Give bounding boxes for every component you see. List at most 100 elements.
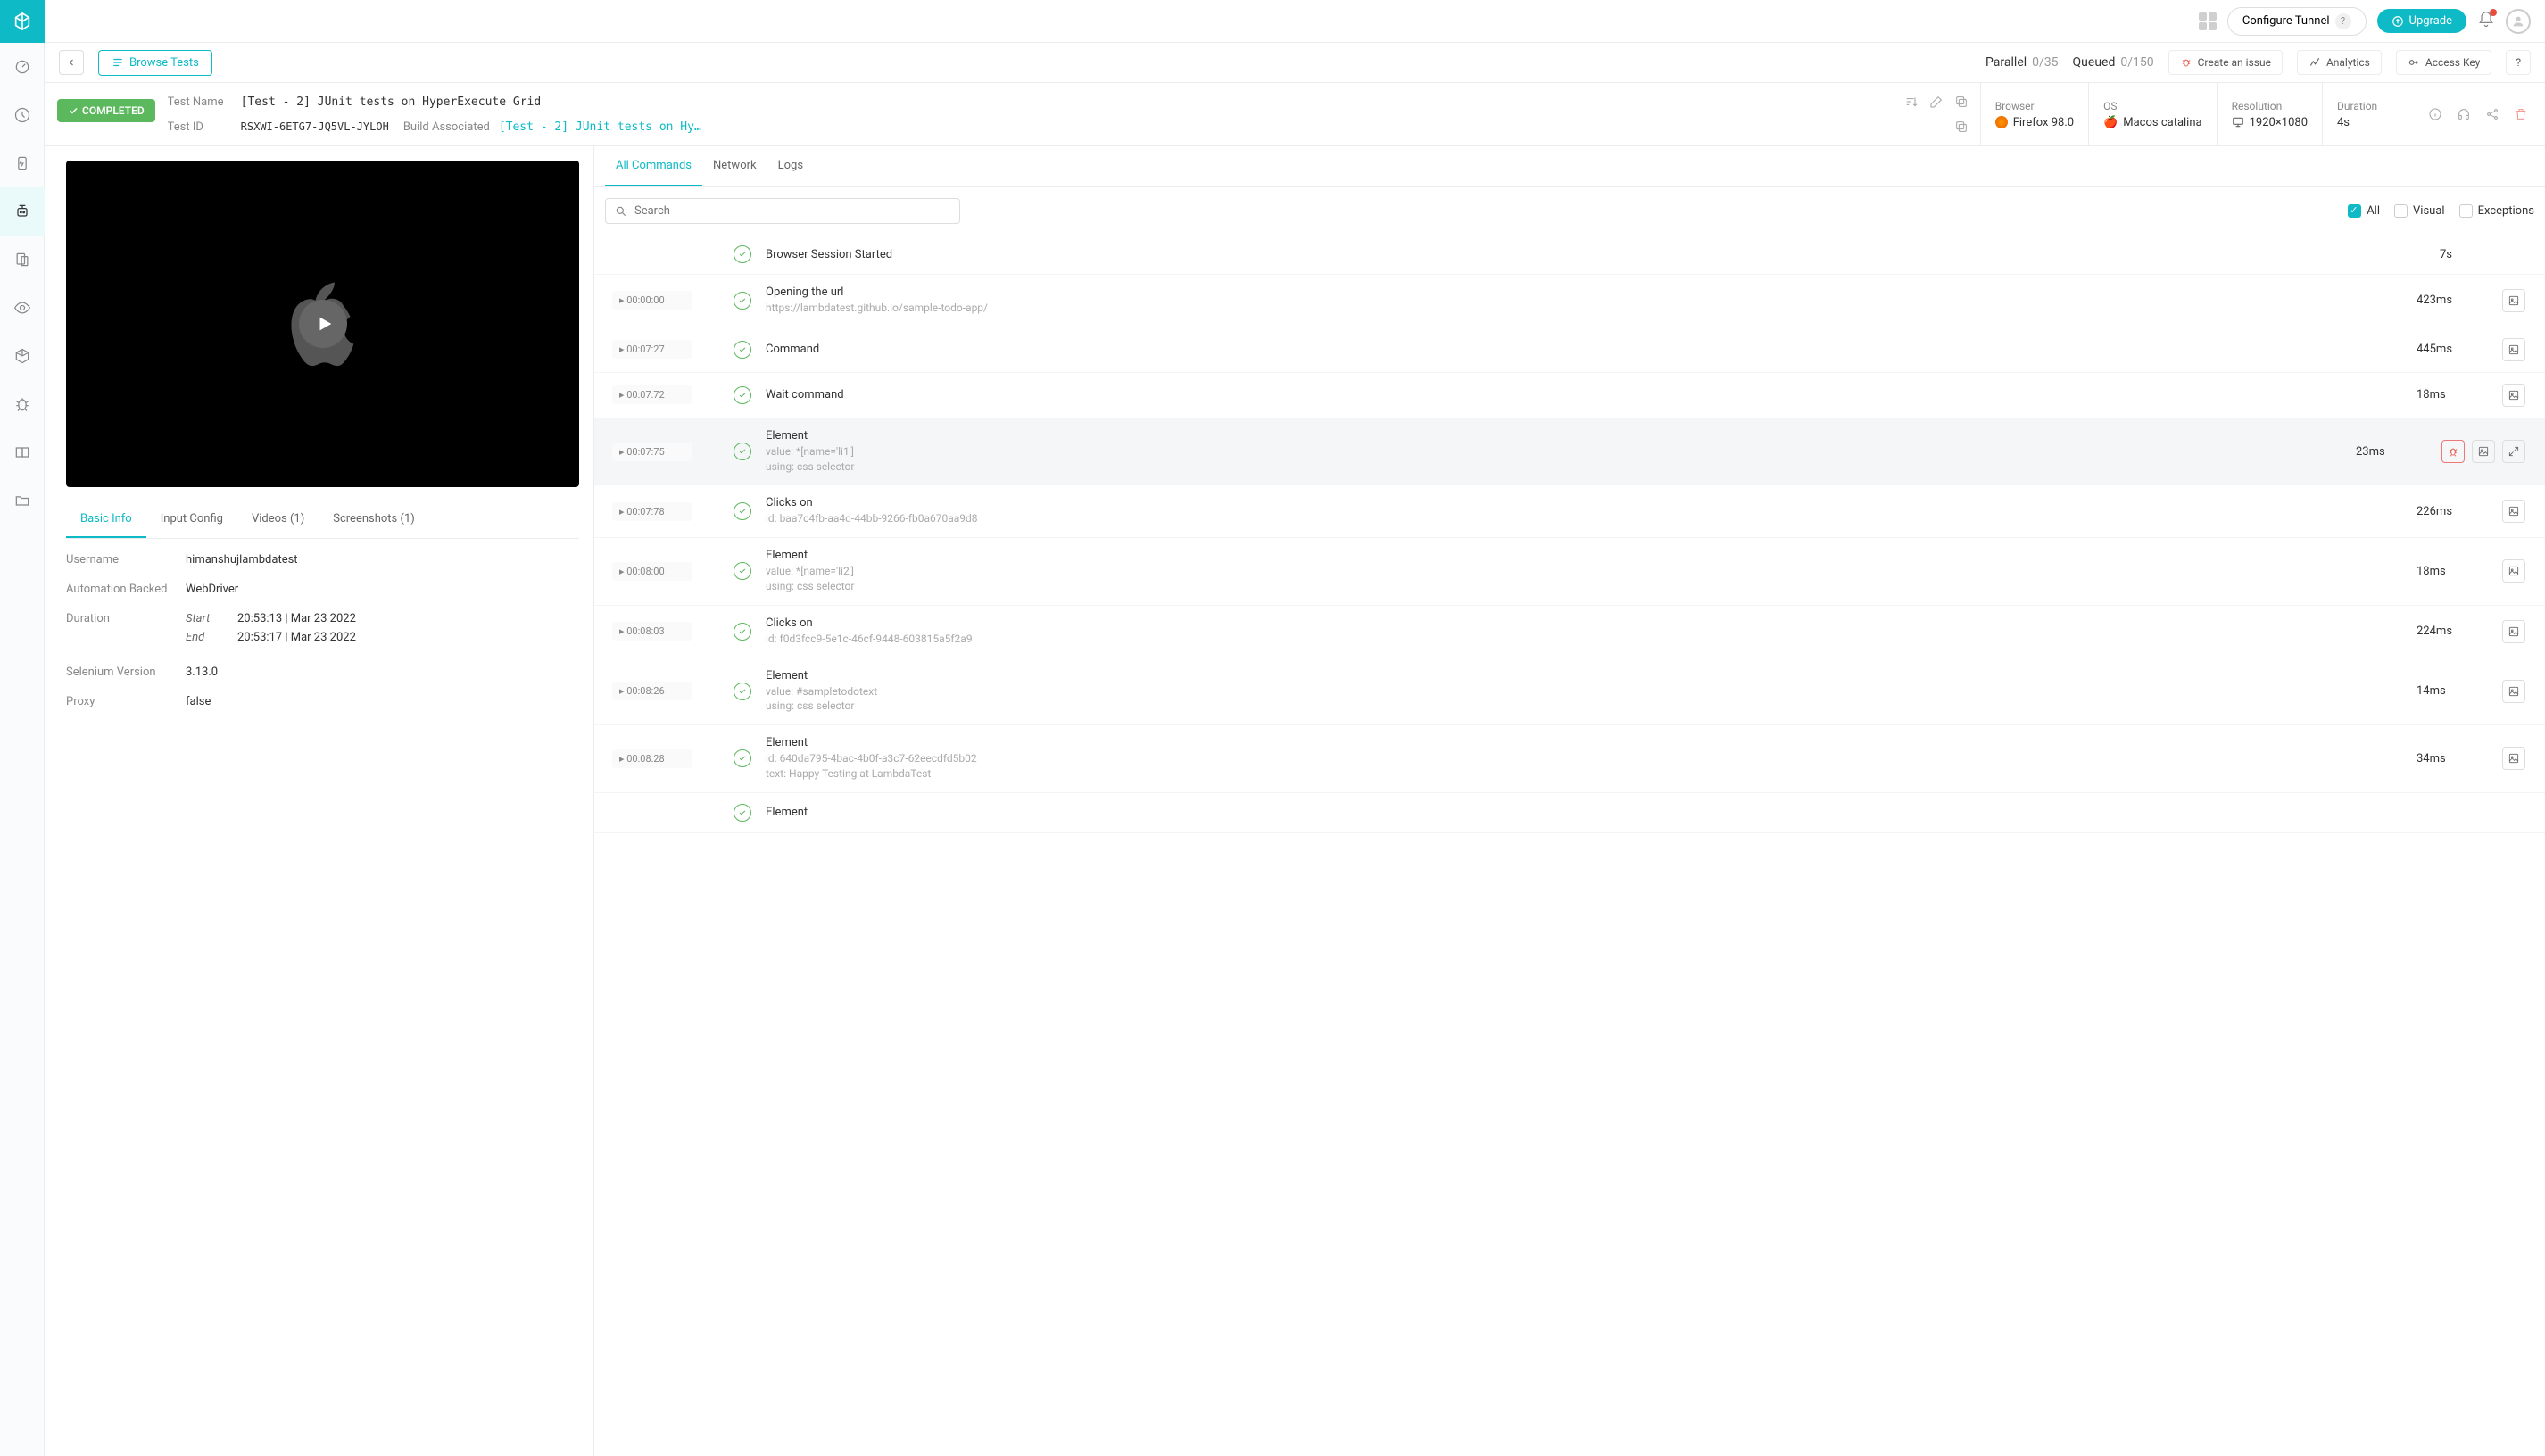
browse-tests-button[interactable]: Browse Tests	[98, 50, 212, 76]
analytics-button[interactable]: Analytics	[2297, 50, 2382, 75]
bug-icon[interactable]	[2441, 440, 2465, 463]
sidebar-item-folder[interactable]	[0, 476, 45, 525]
edit-icon[interactable]	[1927, 92, 1946, 112]
apps-icon[interactable]	[2199, 12, 2217, 30]
tab-screenshots[interactable]: Screenshots (1)	[319, 501, 429, 538]
end-label: End	[186, 631, 225, 644]
sidebar-item-compare[interactable]	[0, 428, 45, 476]
command-duration: 423ms	[2417, 294, 2488, 307]
video-player[interactable]	[66, 161, 579, 487]
screenshot-icon[interactable]	[2502, 620, 2525, 643]
command-row[interactable]: ▸ 00:07:78Clicks onid: baa7c4fb-aa4d-44b…	[594, 485, 2545, 538]
sidebar-item-dashboard[interactable]	[0, 43, 45, 91]
screenshot-icon[interactable]	[2502, 747, 2525, 770]
success-icon	[734, 341, 751, 359]
tab-videos[interactable]: Videos (1)	[237, 501, 319, 538]
logo[interactable]	[0, 0, 45, 43]
proxy-value: false	[186, 695, 579, 708]
timestamp-chip: ▸ 00:07:27	[612, 340, 692, 359]
sidebar-item-devices[interactable]	[0, 236, 45, 284]
screenshot-icon[interactable]	[2472, 440, 2495, 463]
configure-tunnel-button[interactable]: Configure Tunnel?	[2227, 7, 2367, 36]
headset-icon[interactable]	[2454, 104, 2474, 124]
os-cell: OS 🍎Macos catalina	[2088, 83, 2217, 145]
resolution-cell: Resolution 1920×1080	[2217, 83, 2322, 145]
tab-logs[interactable]: Logs	[767, 146, 814, 186]
success-icon	[734, 804, 751, 822]
sidebar-item-realtime[interactable]	[0, 91, 45, 139]
command-row[interactable]: ▸ 00:08:00Elementvalue: *[name='li2']usi…	[594, 538, 2545, 606]
access-key-button[interactable]: Access Key	[2396, 50, 2491, 75]
share-icon[interactable]	[2483, 104, 2502, 124]
screenshot-icon[interactable]	[2502, 338, 2525, 361]
expand-icon[interactable]	[2502, 440, 2525, 463]
command-row[interactable]: Element	[594, 793, 2545, 833]
sidebar-item-cube[interactable]	[0, 332, 45, 380]
sidebar-item-battery[interactable]	[0, 139, 45, 187]
play-icon[interactable]	[299, 300, 347, 348]
copy-build-icon[interactable]	[1952, 117, 1971, 136]
tab-input-config[interactable]: Input Config	[146, 501, 237, 538]
screenshot-icon[interactable]	[2502, 680, 2525, 703]
notifications-icon[interactable]	[2477, 11, 2495, 32]
delete-icon[interactable]	[2511, 104, 2531, 124]
copy-icon[interactable]	[1952, 92, 1971, 112]
command-row[interactable]: ▸ 00:07:75Elementvalue: *[name='li1']usi…	[594, 418, 2545, 486]
sidebar-item-visual[interactable]	[0, 284, 45, 332]
sort-icon[interactable]	[1902, 92, 1921, 112]
timestamp-chip: ▸ 00:08:28	[612, 749, 692, 768]
sidebar	[0, 0, 45, 1456]
test-meta-bar: COMPLETED Test Name [Test - 2] JUnit tes…	[45, 83, 2545, 146]
back-button[interactable]	[59, 50, 84, 75]
screenshot-icon[interactable]	[2502, 500, 2525, 523]
tab-basic-info[interactable]: Basic Info	[66, 501, 146, 538]
filter-all[interactable]: All	[2348, 204, 2380, 218]
success-icon	[734, 443, 751, 460]
command-duration: 7s	[2440, 248, 2511, 261]
build-link[interactable]: [Test - 2] JUnit tests on Hy…	[499, 120, 701, 134]
command-row[interactable]: Browser Session Started7s	[594, 235, 2545, 275]
apple-icon: 🍎	[2103, 116, 2118, 129]
info-icon[interactable]	[2425, 104, 2445, 124]
filter-visual[interactable]: Visual	[2394, 204, 2445, 218]
help-button[interactable]: ?	[2506, 50, 2531, 75]
command-row[interactable]: ▸ 00:07:72Wait command18ms	[594, 373, 2545, 418]
timestamp-chip: ▸ 00:08:00	[612, 562, 692, 581]
start-value: 20:53:13 | Mar 23 2022	[237, 612, 356, 625]
command-row[interactable]: ▸ 00:08:26Elementvalue: #sampletodotextu…	[594, 658, 2545, 726]
duration-cell: Duration 4s	[2322, 83, 2411, 145]
command-row[interactable]: ▸ 00:07:27Command445ms	[594, 327, 2545, 373]
search-input[interactable]	[634, 204, 950, 218]
sidebar-item-automation[interactable]	[0, 187, 45, 236]
help-icon: ?	[2335, 13, 2351, 29]
command-duration: 18ms	[2417, 388, 2488, 401]
left-pane: Basic Info Input Config Videos (1) Scree…	[45, 146, 593, 1456]
selenium-value: 3.13.0	[186, 666, 579, 679]
screenshot-icon[interactable]	[2502, 384, 2525, 407]
timestamp-chip: ▸ 00:07:75	[612, 443, 692, 461]
sidebar-item-bugs[interactable]	[0, 380, 45, 428]
command-row[interactable]: ▸ 00:00:00Opening the urlhttps://lambdat…	[594, 275, 2545, 327]
queued-counter: Queued0/150	[2073, 55, 2154, 70]
tab-all-commands[interactable]: All Commands	[605, 146, 702, 186]
command-row[interactable]: ▸ 00:08:28Elementid: 640da795-4bac-4b0f-…	[594, 725, 2545, 793]
command-duration: 18ms	[2417, 565, 2488, 578]
selenium-label: Selenium Version	[66, 666, 186, 679]
username-value: himanshujlambdatest	[186, 553, 579, 567]
screenshot-icon[interactable]	[2502, 289, 2525, 312]
create-issue-button[interactable]: Create an issue	[2168, 50, 2283, 75]
command-list: Browser Session Started7s▸ 00:00:00Openi…	[594, 235, 2545, 1456]
end-value: 20:53:17 | Mar 23 2022	[237, 631, 356, 644]
tab-network[interactable]: Network	[702, 146, 767, 186]
screenshot-icon[interactable]	[2502, 559, 2525, 583]
upgrade-button[interactable]: Upgrade	[2377, 9, 2466, 33]
search-input-wrapper[interactable]	[605, 198, 960, 224]
monitor-icon	[2232, 116, 2244, 128]
success-icon	[734, 749, 751, 767]
avatar[interactable]	[2506, 9, 2531, 34]
success-icon	[734, 682, 751, 700]
command-tabs: All Commands Network Logs	[594, 146, 2545, 187]
filter-exceptions[interactable]: Exceptions	[2459, 204, 2534, 218]
command-row[interactable]: ▸ 00:08:03Clicks onid: f0d3fcc9-5e1c-46c…	[594, 606, 2545, 658]
test-id-label: Test ID	[168, 120, 232, 134]
